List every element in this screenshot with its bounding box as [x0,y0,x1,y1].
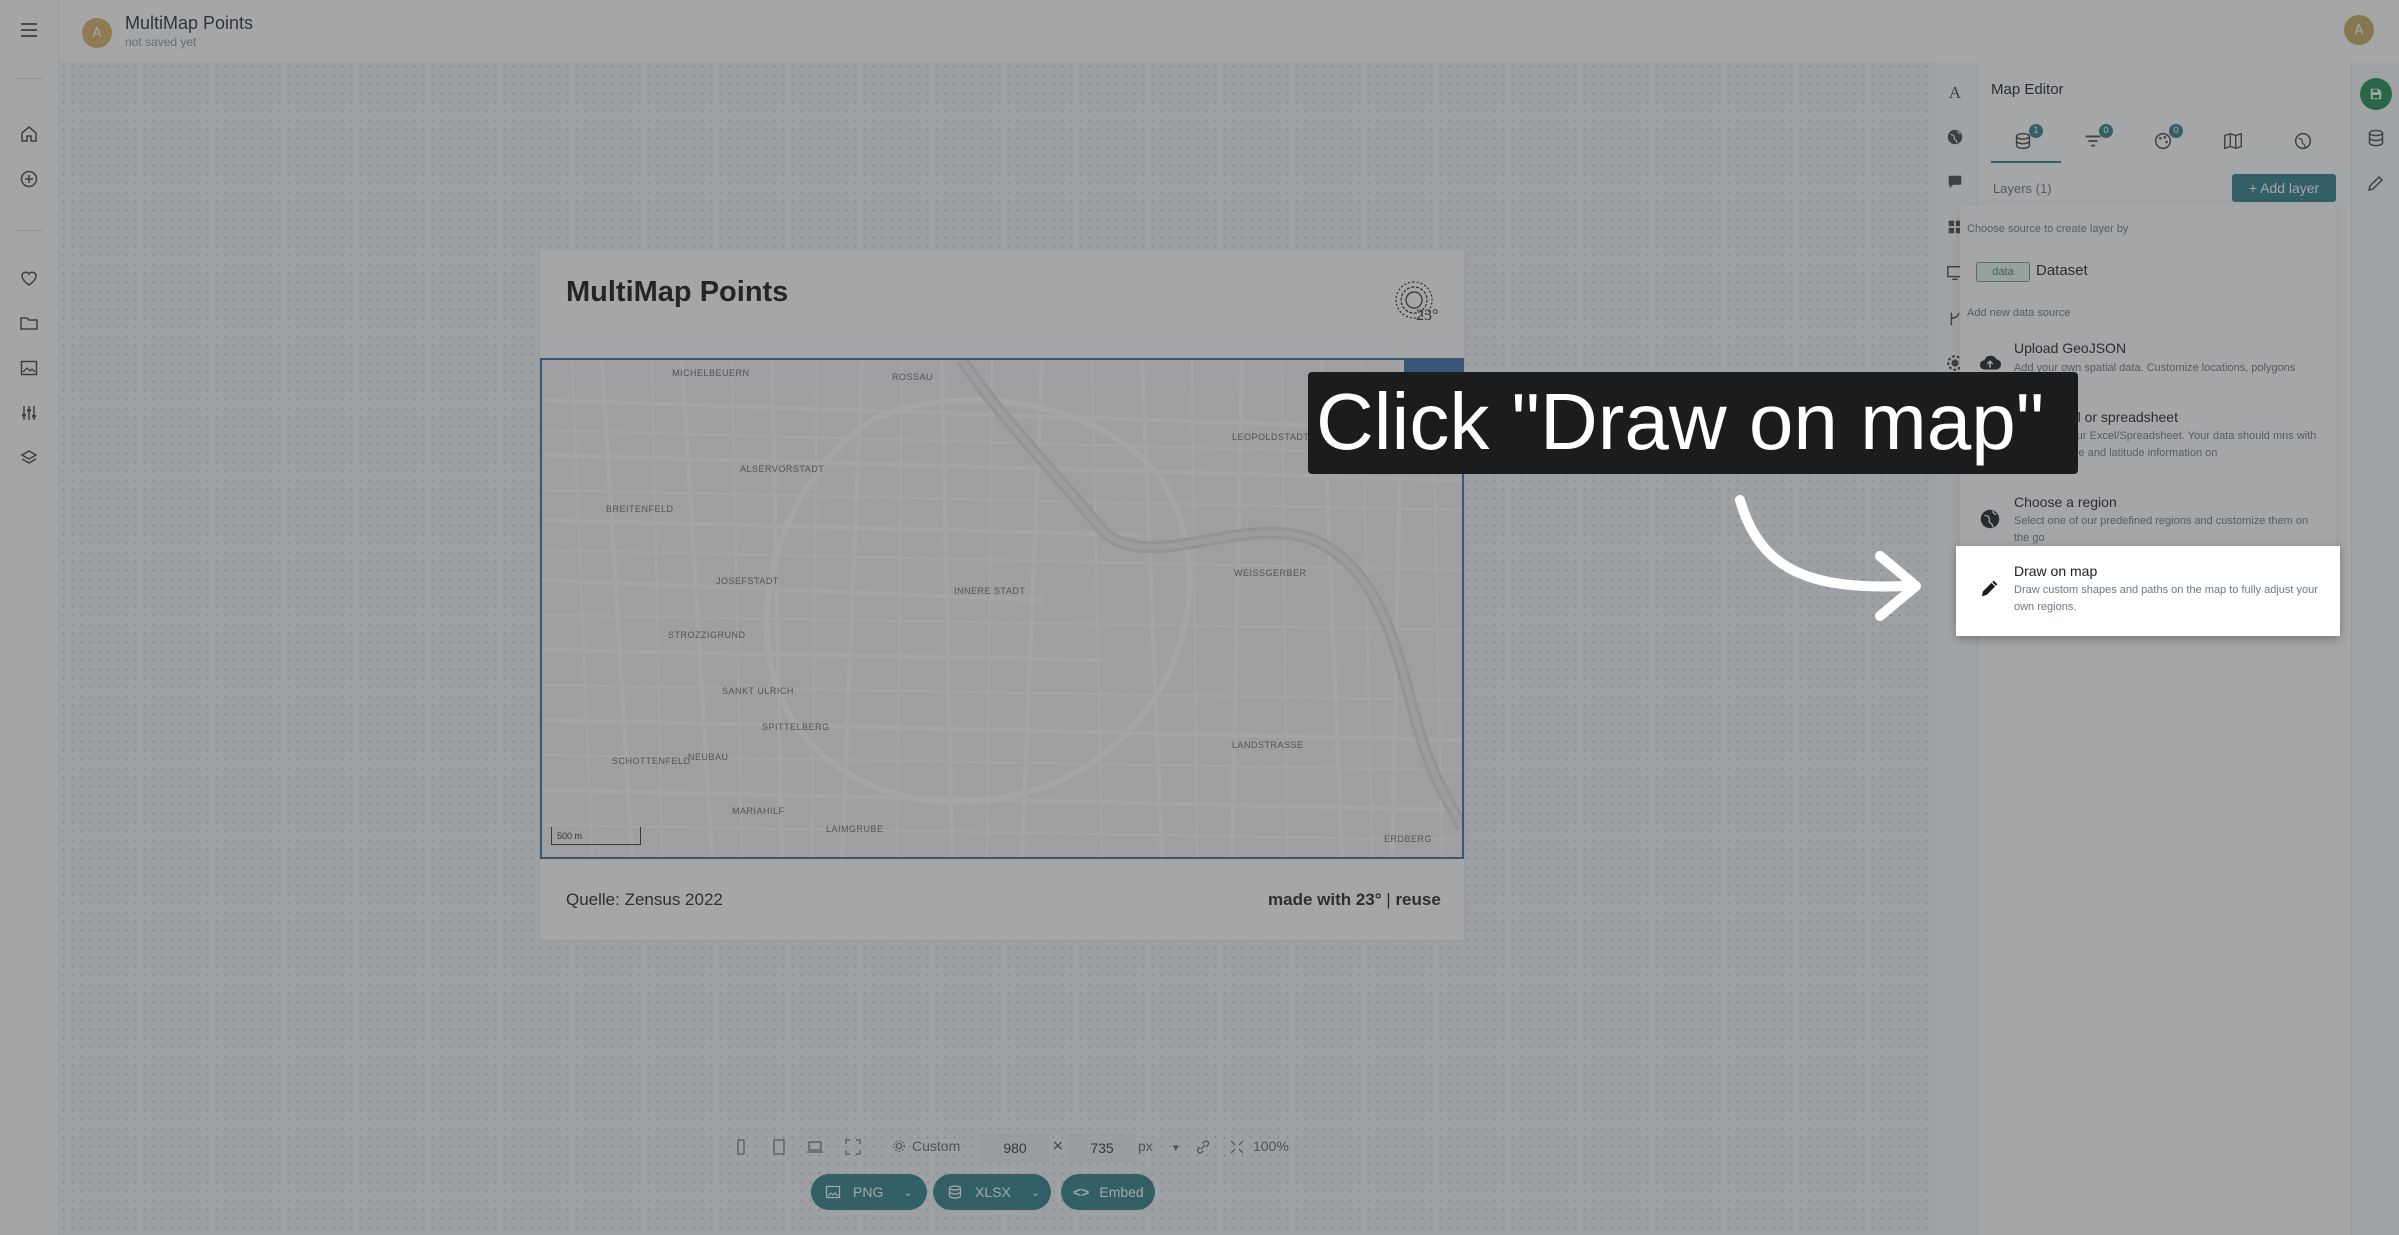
height-input[interactable] [1068,1133,1136,1163]
rail-divider [16,230,42,231]
image-icon[interactable] [17,356,41,380]
save-button[interactable] [2360,78,2392,110]
zoom-fit-icon[interactable] [1228,1138,1246,1156]
dropdown-caption: Add new data source [1967,307,2071,319]
map-label: LEOPOLDSTADT [1232,432,1310,442]
size-preset-select[interactable]: Custom [892,1138,960,1154]
source-text[interactable]: Quelle: Zensus 2022 [566,890,723,910]
tab-badge: 1 [2029,124,2043,138]
database-icon[interactable] [2366,128,2386,148]
fullscreen-icon[interactable] [844,1138,862,1156]
app-avatar: A [82,18,112,48]
map-label: SCHOTTENFELD [612,756,691,766]
tablet-icon[interactable] [770,1138,788,1156]
export-xlsx-label: XLSX [975,1184,1011,1200]
chevron-down-icon[interactable]: ⌄ [903,1186,912,1199]
map-label: BREITENFELD [606,504,674,514]
image-icon [825,1185,841,1199]
rail-divider [16,78,42,79]
map-label: ROSSAU [892,372,934,382]
code-icon: <> [1073,1184,1090,1200]
option-description: Select one of our predefined regions and… [2014,515,2309,544]
data-chip: data [1976,262,2030,282]
layers-icon[interactable] [17,446,41,470]
map-label: JOSEFSTADT [716,576,779,586]
user-avatar[interactable]: A [2344,15,2374,45]
reuse-link[interactable]: reuse [1395,890,1440,909]
map-label: LAIMGRUBE [826,824,884,834]
folder-icon[interactable] [17,311,41,335]
map-label: SPITTELBERG [762,722,830,732]
home-icon[interactable] [17,122,41,146]
tab-map-icon[interactable] [2222,130,2246,154]
unit-label: px [1138,1138,1153,1154]
upload-geojson-option[interactable]: Upload GeoJSON [2014,340,2126,356]
logo-text: 23° [1416,307,1438,324]
chevron-down-icon[interactable]: ⌄ [1031,1186,1040,1199]
layers-count-label: Layers (1) [1993,181,2052,196]
laptop-icon[interactable] [806,1138,824,1156]
map-label: INNERE STADT [954,586,1026,596]
phone-icon[interactable] [732,1138,750,1156]
map-title[interactable]: MultiMap Points [566,276,788,309]
map-label: ALSERVORSTADT [740,464,825,474]
comment-icon[interactable] [1944,171,1966,193]
times-sign: × [1052,1138,1064,1154]
embed-button[interactable]: <> Embed [1061,1174,1155,1210]
logo-23-icon: 23° [1388,276,1440,324]
map-label: WEISSGERBER [1234,568,1307,578]
export-png-label: PNG [853,1184,884,1200]
option-description: from your Excel/Spreadsheet. Your data s… [2040,430,2317,459]
option-description: Draw custom shapes and paths on the map … [2014,584,2318,613]
save-status: not saved yet [125,35,197,49]
map-label: STROZZIGRUND [668,630,746,640]
link-icon[interactable] [1194,1138,1212,1156]
curved-arrow-icon [1720,490,1940,630]
dataset-option[interactable]: Dataset [2036,262,2088,279]
map-label: LANDSTRASSE [1232,740,1304,750]
map-scale-bar: 500 m [551,827,641,845]
export-png-button[interactable]: PNG ⌄ [811,1174,927,1210]
left-rail [0,0,59,1235]
credit-separator: | [1381,890,1396,909]
map-label: MICHELBEUERN [672,368,750,378]
pencil-icon[interactable] [2366,173,2386,193]
chevron-down-icon: ▼ [1170,1143,1181,1154]
embed-label: Embed [1099,1184,1144,1200]
menu-icon[interactable] [17,18,41,42]
tutorial-callout-text: Click "Draw on map" [1316,377,2045,466]
database-icon [948,1185,962,1199]
heart-icon[interactable] [17,266,41,290]
globe-icon [1978,507,2004,533]
tab-badge: 0 [2099,124,2113,138]
gear-icon [893,1140,905,1152]
editor-title: Map Editor [1991,81,2064,98]
globe-icon[interactable] [1944,126,1966,148]
map-label: MARIAHILF [732,806,785,816]
made-with-credit: made with 23° | reuse [1268,890,1441,910]
made-with-text: made with 23° [1268,890,1382,909]
draw-on-map-title[interactable]: Draw on map [2014,563,2097,579]
save-icon [2370,88,2382,100]
export-xlsx-button[interactable]: XLSX ⌄ [933,1174,1051,1210]
text-tool-icon[interactable]: A [1944,82,1966,104]
sliders-icon[interactable] [17,401,41,425]
tab-globe-icon[interactable] [2292,130,2316,154]
add-circle-icon[interactable] [17,167,41,191]
right-rail [2351,62,2399,1235]
add-layer-button[interactable]: + Add layer [2232,174,2336,202]
unit-select[interactable]: px ▼ [1138,1138,1181,1154]
map-label: ERDBERG [1384,834,1433,844]
width-input[interactable] [981,1133,1049,1163]
zoom-level: 100% [1253,1138,1289,1154]
size-preset-label: Custom [912,1138,961,1154]
map-label: NEUBAU [688,752,729,762]
dropdown-caption: Choose source to create layer by [1967,223,2129,235]
choose-region-option[interactable]: Choose a region [2014,494,2117,510]
pencil-icon [1978,576,2004,602]
tab-badge: 0 [2169,124,2183,138]
active-tab-indicator [1991,161,2061,163]
app-title[interactable]: MultiMap Points [125,13,253,34]
map-label: SANKT ULRICH [722,686,794,696]
